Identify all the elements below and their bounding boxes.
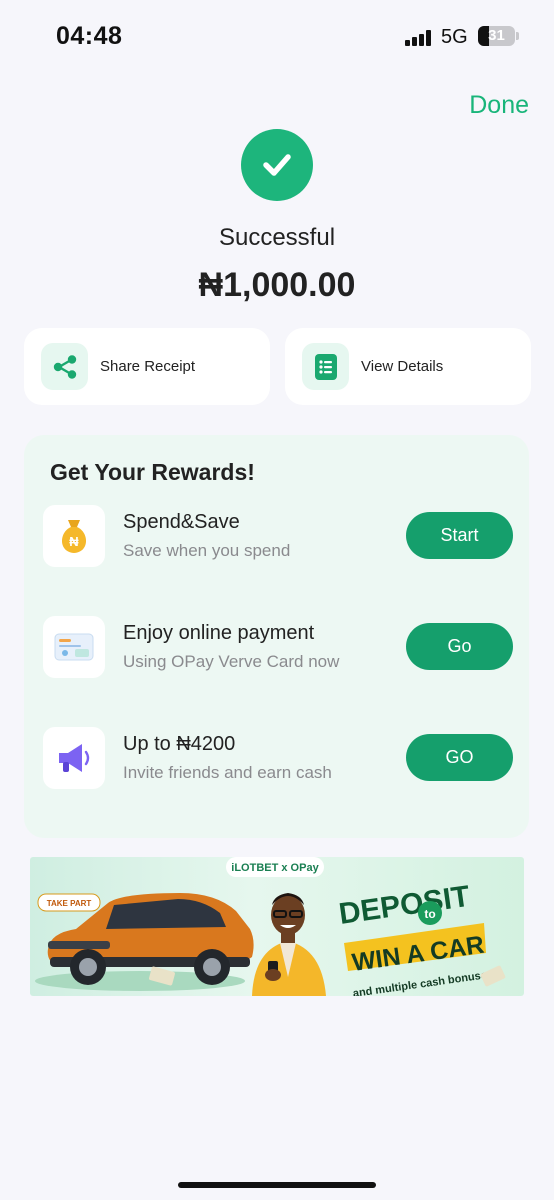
- battery-level: 31: [488, 27, 505, 44]
- transaction-amount: ₦1,000.00: [198, 266, 356, 304]
- card-icon: [43, 616, 105, 678]
- share-receipt-button[interactable]: Share Receipt: [24, 328, 270, 405]
- checkmark-icon: [241, 129, 313, 201]
- list-icon: [302, 343, 349, 390]
- reward-item-spend-save: ₦ Spend&Save Save when you spend Start: [43, 505, 513, 567]
- battery-tip: [516, 32, 519, 40]
- rewards-title: Get Your Rewards!: [50, 459, 255, 485]
- banner-connector: to: [424, 907, 435, 921]
- promo-banner[interactable]: iLOTBET x OPay TAKE PART DEPOSIT to WIN …: [30, 857, 524, 996]
- signal-icon: [405, 30, 431, 46]
- status-time: 04:48: [56, 22, 123, 50]
- share-icon: [41, 343, 88, 390]
- status-title: Successful: [218, 224, 336, 251]
- reward-item-invite: Up to ₦4200 Invite friends and earn cash…: [43, 727, 513, 789]
- share-receipt-label: Share Receipt: [100, 358, 196, 375]
- reward-title: Enjoy online payment: [123, 622, 315, 644]
- reward-title: Spend&Save: [123, 511, 240, 533]
- rewards-panel: Get Your Rewards! ₦ Spend&Save Save when…: [24, 435, 529, 838]
- start-button[interactable]: Start: [406, 512, 513, 559]
- reward-title: Up to ₦4200: [123, 733, 236, 755]
- reward-subtitle: Invite friends and earn cash: [123, 763, 332, 782]
- go-invite-button[interactable]: GO: [406, 734, 513, 781]
- battery-icon: 31: [478, 26, 515, 46]
- banner-tag: TAKE PART: [47, 899, 92, 908]
- banner-brand: iLOTBET x OPay: [231, 862, 319, 874]
- done-button[interactable]: Done: [469, 91, 529, 120]
- status-bar: 04:48 5G 31: [0, 0, 554, 76]
- megaphone-icon: [43, 727, 105, 789]
- go-button[interactable]: Go: [406, 623, 513, 670]
- view-details-button[interactable]: View Details: [285, 328, 531, 405]
- banner-headline-deposit: DEPOSIT: [337, 880, 472, 931]
- promo-banner-graphic: iLOTBET x OPay TAKE PART DEPOSIT to WIN …: [35, 857, 506, 996]
- home-indicator: [178, 1182, 376, 1188]
- reward-subtitle: Using OPay Verve Card now: [123, 652, 340, 671]
- svg-text:₦: ₦: [69, 534, 79, 549]
- network-type: 5G: [441, 26, 468, 48]
- reward-item-online-payment: Enjoy online payment Using OPay Verve Ca…: [43, 616, 513, 678]
- money-bag-icon: ₦: [43, 505, 105, 567]
- view-details-label: View Details: [361, 358, 444, 375]
- reward-subtitle: Save when you spend: [123, 541, 291, 560]
